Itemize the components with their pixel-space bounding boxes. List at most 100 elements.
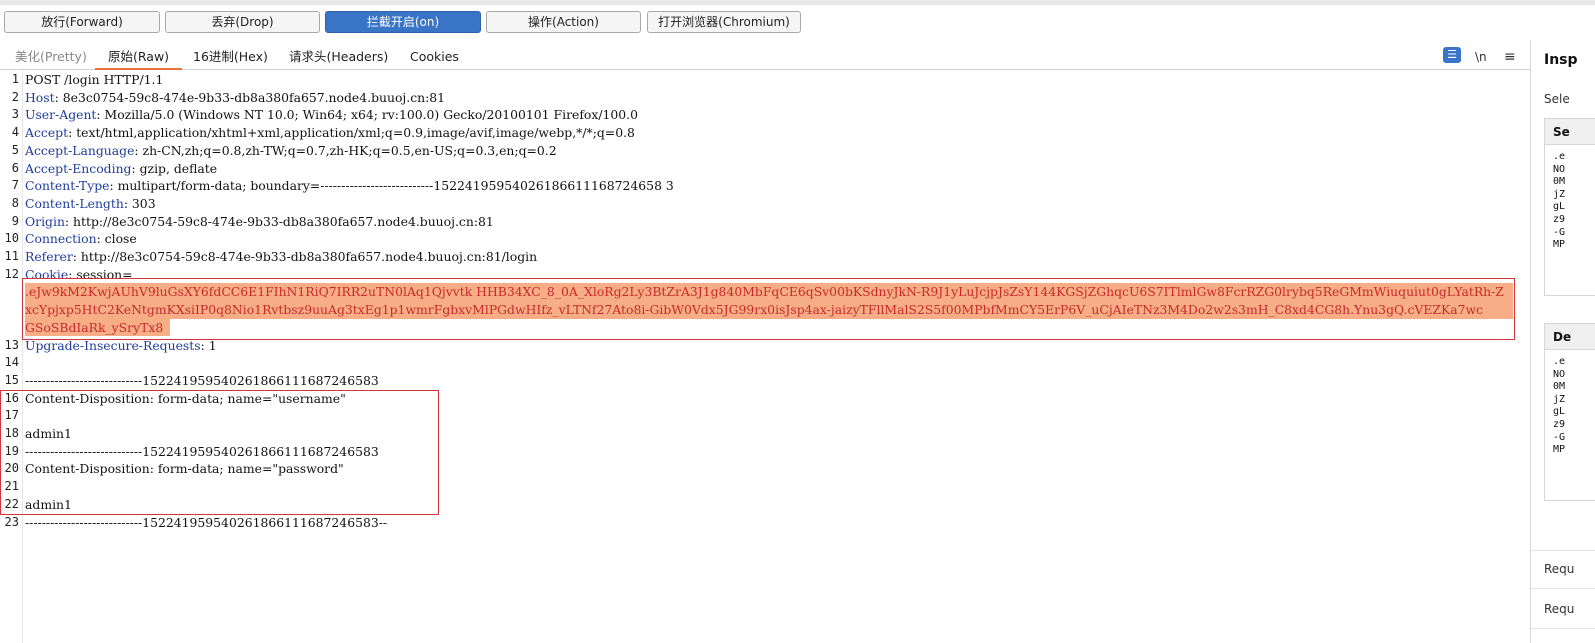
request-line: ----------------------------152241959540… bbox=[25, 514, 1515, 532]
line-number: 3 bbox=[11, 107, 19, 122]
request-line: Content-Length: 303 bbox=[25, 195, 1515, 213]
tab-raw[interactable]: 原始(Raw) bbox=[95, 48, 183, 70]
header-value: ----------------------------152241959540… bbox=[25, 514, 388, 530]
inspector-panel: Insp Sele Se .e NO 0M jZ gL z9 -G MP De .e NO 0M j… bbox=[1530, 40, 1595, 643]
decoded-panel[interactable]: De .e NO 0M jZ gL z9 -G MP bbox=[1544, 323, 1595, 501]
intercept-toggle-button[interactable]: 拦截开启(on) bbox=[325, 11, 481, 33]
inspector-text-line: NO bbox=[1553, 163, 1566, 175]
line-number: 2 bbox=[11, 89, 19, 104]
line-number: 15 bbox=[4, 372, 19, 387]
inspector-text-line: .e bbox=[1553, 151, 1566, 162]
header-name: User-Agent bbox=[25, 107, 97, 123]
inspector-text-line: 0M bbox=[1553, 381, 1566, 393]
inspector-text-line: gL bbox=[1553, 201, 1566, 213]
inspector-separator bbox=[1531, 550, 1595, 551]
header-value: POST /login HTTP/1.1 bbox=[25, 72, 164, 87]
view-tabs: 美化(Pretty) 原始(Raw) 16进制(Hex) 请求头(Headers… bbox=[0, 44, 1540, 70]
header-value: : gzip, deflate bbox=[131, 160, 218, 176]
inspector-title: Insp bbox=[1544, 52, 1578, 68]
open-browser-button[interactable]: 打开浏览器(Chromium) bbox=[647, 11, 801, 33]
header-value: : zh-CN,zh;q=0.8,zh-TW;q=0.7,zh-HK;q=0.5… bbox=[134, 142, 557, 158]
inspector-text-line: -G bbox=[1553, 431, 1566, 443]
line-number: 23 bbox=[4, 514, 19, 529]
line-number: 6 bbox=[11, 160, 19, 175]
selected-text-panel[interactable]: Se .e NO 0M jZ gL z9 -G MP bbox=[1544, 118, 1595, 296]
request-line: POST /login HTTP/1.1 bbox=[25, 71, 1515, 89]
inspector-text-line: z9 bbox=[1553, 418, 1566, 430]
header-value: : 303 bbox=[123, 195, 156, 211]
inspector-text-line: jZ bbox=[1553, 188, 1566, 200]
header-name: Origin bbox=[25, 213, 65, 229]
raw-request-editor[interactable]: 1 POST /login HTTP/1.1 2 Host: 8e3c0754-59c… bbox=[0, 70, 1530, 643]
line-number: 9 bbox=[11, 213, 19, 228]
menu-icon[interactable]: ≡ bbox=[1504, 48, 1516, 66]
selected-text-body: .e NO 0M jZ gL z9 -G MP bbox=[1545, 145, 1595, 295]
inspector-text-line: z9 bbox=[1553, 213, 1566, 225]
window-title-strip bbox=[0, 0, 1595, 5]
header-name: Content-Type bbox=[25, 178, 110, 194]
tab-pretty[interactable]: 美化(Pretty) bbox=[15, 48, 87, 70]
line-number: 1 bbox=[11, 72, 19, 86]
inspector-separator bbox=[1531, 628, 1595, 629]
inspector-text-line: MP bbox=[1553, 239, 1566, 251]
request-line: Accept-Language: zh-CN,zh;q=0.8,zh-TW;q=… bbox=[25, 142, 1515, 160]
line-number: 13 bbox=[4, 337, 19, 352]
header-name: Accept-Encoding bbox=[25, 160, 132, 176]
forward-button[interactable]: 放行(Forward) bbox=[4, 11, 160, 33]
cookie-highlight-box bbox=[22, 278, 1515, 340]
inspector-separator bbox=[1531, 588, 1595, 589]
action-button[interactable]: 操作(Action) bbox=[486, 11, 641, 33]
form-body-highlight-box bbox=[0, 390, 439, 515]
header-value: : http://8e3c0754-59c8-474e-9b33-db8a380… bbox=[72, 249, 538, 264]
header-name: Content-Length bbox=[25, 195, 124, 211]
line-number: 4 bbox=[11, 125, 19, 140]
drop-button[interactable]: 丢弃(Drop) bbox=[165, 11, 320, 33]
request-line bbox=[25, 354, 1515, 372]
line-number: 11 bbox=[4, 249, 19, 263]
header-value: : Mozilla/5.0 (Windows NT 10.0; Win64; x… bbox=[96, 107, 639, 123]
wrap-lines-icon[interactable]: ☰ bbox=[1443, 47, 1461, 63]
toolbar: 放行(Forward) 丢弃(Drop) 拦截开启(on) 操作(Action)… bbox=[0, 0, 1595, 40]
header-name: Referer bbox=[25, 249, 73, 264]
tab-hex[interactable]: 16进制(Hex) bbox=[193, 48, 268, 70]
inspector-text-line: -G bbox=[1553, 226, 1566, 238]
header-name: Host bbox=[25, 89, 55, 105]
inspector-text-line: 0M bbox=[1553, 176, 1566, 188]
gutter-divider bbox=[22, 70, 23, 643]
header-value: : multipart/form-data; boundary=--------… bbox=[109, 178, 674, 194]
inspector-text-line: gL bbox=[1553, 406, 1566, 418]
request-line: Referer: http://8e3c0754-59c8-474e-9b33-… bbox=[25, 248, 1515, 266]
line-number: 7 bbox=[11, 178, 19, 193]
request-line: Origin: http://8e3c0754-59c8-474e-9b33-d… bbox=[25, 213, 1515, 231]
selected-text-header[interactable]: Se bbox=[1545, 119, 1595, 145]
request-attributes-section[interactable]: Requ bbox=[1544, 562, 1574, 576]
inspector-text-line: .e bbox=[1553, 356, 1566, 367]
tab-cookies[interactable]: Cookies bbox=[410, 48, 459, 70]
decoded-header[interactable]: De bbox=[1545, 324, 1595, 350]
header-value: : close bbox=[96, 231, 137, 247]
request-line: Content-Type: multipart/form-data; bound… bbox=[25, 177, 1515, 195]
request-line: Host: 8e3c0754-59c8-474e-9b33-db8a380fa6… bbox=[25, 89, 1515, 107]
header-name: Accept bbox=[25, 125, 69, 141]
request-line: ----------------------------152241959540… bbox=[25, 372, 1515, 390]
line-number: 10 bbox=[4, 231, 19, 246]
request-query-section[interactable]: Requ bbox=[1544, 602, 1574, 616]
inspector-text-line: jZ bbox=[1553, 393, 1566, 405]
header-name: Connection bbox=[25, 231, 97, 247]
header-value: : http://8e3c0754-59c8-474e-9b33-db8a380… bbox=[64, 213, 494, 229]
inspector-text-line: NO bbox=[1553, 368, 1566, 380]
line-number: 14 bbox=[4, 355, 19, 370]
inspector-selection-label: Sele bbox=[1544, 92, 1570, 106]
header-value: : text/html,application/xhtml+xml,applic… bbox=[68, 125, 635, 141]
header-value: ----------------------------152241959540… bbox=[25, 372, 379, 388]
request-line: Accept: text/html,application/xhtml+xml,… bbox=[25, 124, 1515, 142]
request-line: Accept-Encoding: gzip, deflate bbox=[25, 160, 1515, 178]
decoded-body: .e NO 0M jZ gL z9 -G MP bbox=[1545, 350, 1595, 500]
newline-toggle[interactable]: \n bbox=[1475, 48, 1487, 66]
line-number: 12 bbox=[4, 266, 19, 281]
tab-headers[interactable]: 请求头(Headers) bbox=[289, 48, 388, 70]
inspector-text-line: MP bbox=[1553, 444, 1566, 456]
header-value: : 8e3c0754-59c8-474e-9b33-db8a380fa657.n… bbox=[54, 89, 446, 105]
request-line: User-Agent: Mozilla/5.0 (Windows NT 10.0… bbox=[25, 106, 1515, 124]
line-number: 8 bbox=[11, 195, 19, 210]
